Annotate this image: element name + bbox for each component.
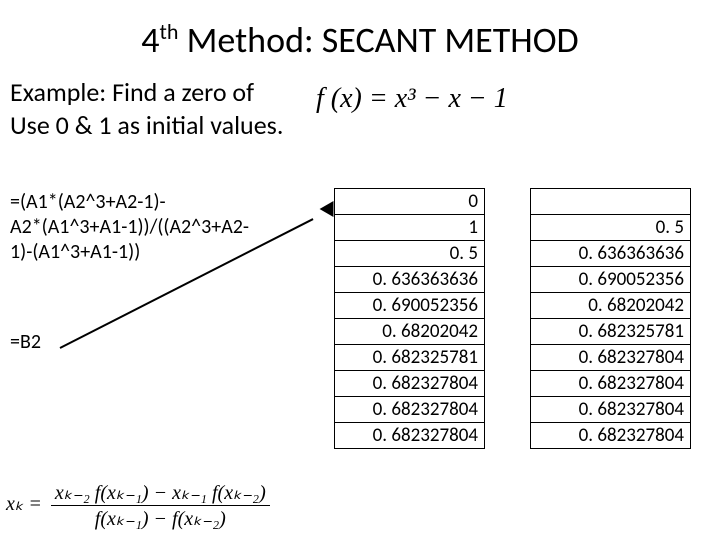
table-row: 0. 636363636 [531, 241, 691, 267]
table-cell: 0. 682325781 [335, 345, 485, 371]
table-row: 0. 690052356 [335, 293, 485, 319]
table-row: 0. 682327804 [531, 397, 691, 423]
table-cell [531, 189, 691, 215]
table-cell: 0. 5 [335, 241, 485, 267]
table-row: 0. 682325781 [531, 319, 691, 345]
table-row: 0. 682327804 [335, 423, 485, 449]
page-title: 4th Method: SECANT METHOD [0, 0, 720, 62]
table-row [531, 189, 691, 215]
table-row: 1 [335, 215, 485, 241]
table-cell: 0. 682327804 [531, 371, 691, 397]
table-cell: 0. 682325781 [531, 319, 691, 345]
table-cell: 0. 682327804 [335, 423, 485, 449]
tagline-line1: Example: Find a zero of [10, 76, 254, 108]
formula-line: =(A1*(A2^3+A2-1)- [10, 190, 166, 214]
table-cell: 0 [335, 189, 485, 215]
table-cell: 0. 5 [531, 215, 691, 241]
table-row: 0. 68202042 [335, 319, 485, 345]
cell-formula-a: =(A1*(A2^3+A2-1)- A2*(A1^3+A1-1))/((A2^3… [10, 190, 310, 265]
cell-formula-b: =B2 [10, 330, 41, 354]
iteration-table-a: 010. 50. 6363636360. 6900523560. 6820204… [334, 188, 485, 449]
table-row: 0. 68202042 [531, 293, 691, 319]
title-sup: th [160, 18, 179, 45]
table-row: 0. 5 [335, 241, 485, 267]
table-cell: 0. 68202042 [335, 319, 485, 345]
table-cell: 0. 682327804 [335, 397, 485, 423]
formula-line: A2*(A1^3+A1-1))/((A2^3+A2- [10, 215, 249, 239]
table-cell: 0. 68202042 [531, 293, 691, 319]
table-row: 0. 690052356 [531, 267, 691, 293]
table-cell: 0. 682327804 [335, 371, 485, 397]
table-cell: 0. 636363636 [335, 267, 485, 293]
tagline-line2: Use 0 & 1 as initial values. [10, 109, 283, 141]
table-row: 0. 682327804 [531, 371, 691, 397]
title-pre: 4 [141, 18, 159, 62]
table-cell: 0. 682327804 [531, 345, 691, 371]
function-expression: f (x) = x³ − x − 1 [316, 83, 508, 115]
table-cell: 0. 636363636 [531, 241, 691, 267]
table-cell: 0. 690052356 [335, 293, 485, 319]
recurrence-lhs: xₖ = [6, 493, 42, 515]
table-row: 0. 682327804 [531, 423, 691, 449]
table-row: 0. 682327804 [335, 371, 485, 397]
title-post: Method: SECANT METHOD [178, 18, 578, 62]
table-cell: 0. 690052356 [531, 267, 691, 293]
recurrence-numerator: xₖ₋₂ f(xₖ₋₁) − xₖ₋₁ f(xₖ₋₂) [51, 480, 270, 506]
table-row: 0 [335, 189, 485, 215]
iteration-table-b: 0. 50. 6363636360. 6900523560. 682020420… [530, 188, 691, 449]
recurrence-denominator: f(xₖ₋₁) − f(xₖ₋₂) [51, 506, 270, 531]
formula-line: 1)-(A1^3+A1-1)) [10, 240, 140, 264]
table-row: 0. 682327804 [335, 397, 485, 423]
table-cell: 1 [335, 215, 485, 241]
table-row: 0. 682327804 [531, 345, 691, 371]
table-cell: 0. 682327804 [531, 397, 691, 423]
table-row: 0. 5 [531, 215, 691, 241]
table-cell: 0. 682327804 [531, 423, 691, 449]
recurrence-formula: xₖ = xₖ₋₂ f(xₖ₋₁) − xₖ₋₁ f(xₖ₋₂) f(xₖ₋₁)… [6, 480, 270, 531]
table-row: 0. 636363636 [335, 267, 485, 293]
table-row: 0. 682325781 [335, 345, 485, 371]
